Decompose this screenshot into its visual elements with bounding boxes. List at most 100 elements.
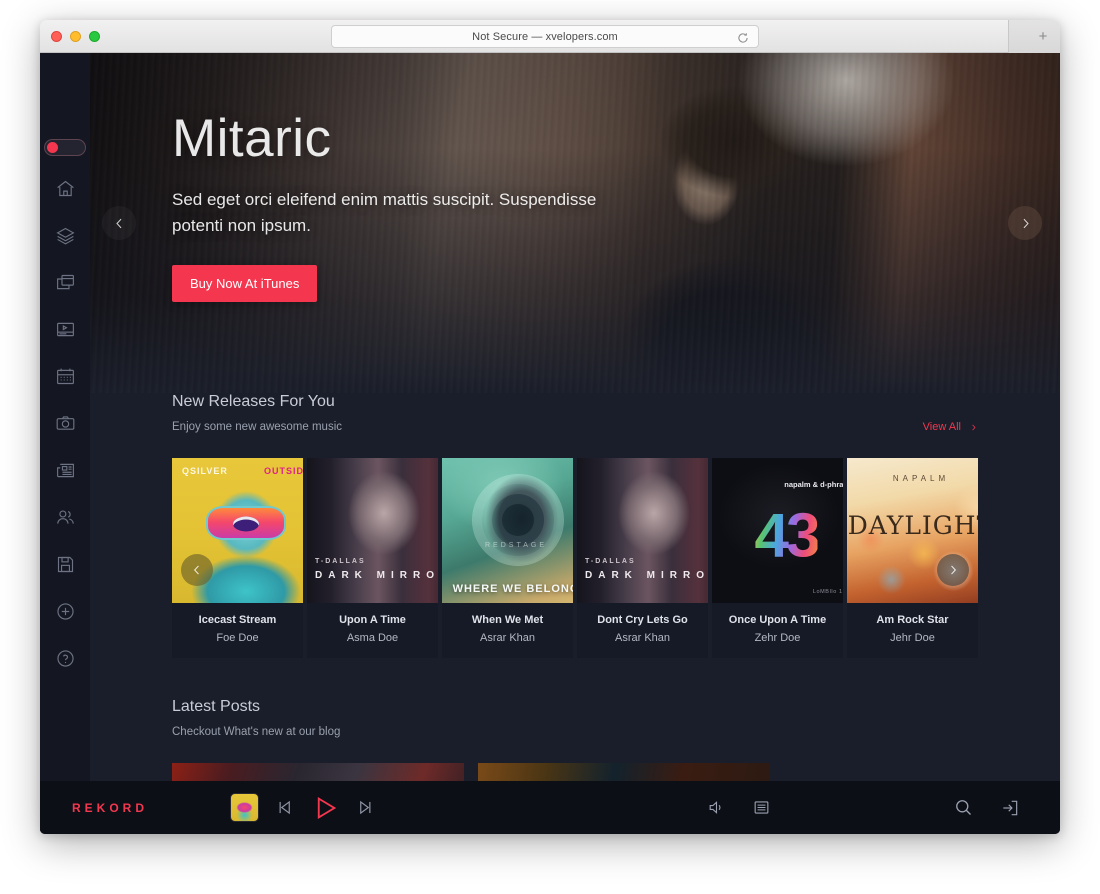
new-releases-section: New Releases For You Enjoy some new awes… [90,393,1060,658]
app-logo[interactable]: REKORD [40,801,180,815]
sidebar-item-calendar[interactable] [48,362,82,391]
album-card[interactable]: REDSTAGE WHERE WE BELONG When We Met Asr… [442,458,573,658]
hero-next-button[interactable] [1008,206,1042,240]
buy-now-button[interactable]: Buy Now At iTunes [172,265,318,303]
album-art: T-DALLAS DARK MIRROR [577,458,708,603]
album-artist: Asma Doe [346,632,399,644]
browser-window: Not Secure — xvelopers.com + Mitaric Sed… [40,20,1060,834]
player-bar: REKORD [40,781,1060,834]
sidebar-item-news[interactable] [48,456,82,485]
album-meta: Dont Cry Lets Go Asrar Khan [577,603,708,658]
album-art-bg [577,458,708,603]
hero-title: Mitaric [172,109,332,168]
now-playing-thumbnail[interactable] [230,793,259,822]
play-icon[interactable] [310,793,340,823]
sidebar-item-windows[interactable] [48,268,82,297]
album-art-word: WHERE WE BELONG [452,582,573,595]
album-meta: Icecast Stream Foe Doe [172,603,303,658]
album-meta: Upon A Time Asma Doe [307,603,438,658]
volume-icon[interactable] [707,798,726,817]
view-all-label: View All [922,421,961,433]
playlist-queue-icon[interactable] [752,798,771,817]
album-art: REDSTAGE WHERE WE BELONG [442,458,573,603]
album-art-word: DARK MIRROR [585,570,708,581]
album-meta: Once Upon A Time Zehr Doe [712,603,843,658]
sidebar-toggle-knob [47,142,58,153]
album-meta: Am Rock Star Jehr Doe [847,603,978,658]
album-meta: When We Met Asrar Khan [442,603,573,658]
view-all-releases-link[interactable]: View All [923,421,978,433]
player-right-controls [707,797,1060,818]
album-art-kicker: T-DALLAS [585,558,636,565]
latest-posts-title: Latest Posts [172,698,261,715]
skip-previous-icon[interactable] [275,798,294,817]
close-window-button[interactable] [51,31,62,42]
album-art-word: 43 [754,501,821,571]
new-tab-button[interactable]: + [1036,29,1050,44]
album-artist: Foe Doe [216,632,259,644]
sidebar-item-home[interactable] [48,174,82,203]
maximize-window-button[interactable] [89,31,100,42]
album-art-catalog: LoMBllo 120 [812,589,843,595]
album-art-where-we-belong: REDSTAGE WHERE WE BELONG [442,458,573,603]
sidebar-item-saved[interactable] [48,550,82,579]
releases-next-button[interactable] [937,554,969,586]
album-title: Dont Cry Lets Go [597,614,688,626]
album-artist: Zehr Doe [754,632,801,644]
page-viewport: Mitaric Sed eget orci eleifend enim matt… [40,53,1060,834]
login-icon[interactable] [1000,798,1020,818]
album-artist: Asrar Khan [479,632,536,644]
hero-content: Mitaric Sed eget orci eleifend enim matt… [172,109,642,303]
album-art-word: DAYLIGHT [847,511,978,540]
album-art-word: DARK MIRROR [315,570,438,581]
reload-icon[interactable] [737,31,749,43]
album-card[interactable]: T-DALLAS DARK MIRROR Upon A Time Asma Do… [307,458,438,658]
releases-prev-button[interactable] [181,554,213,586]
album-cards-row: QSILVER OUTSIDE Icecast Stream Foe Doe [90,458,1060,658]
album-art-kicker: QSILVER [182,466,228,476]
url-bar[interactable]: Not Secure — xvelopers.com [331,25,759,48]
album-title: Once Upon A Time [728,614,827,626]
album-card[interactable]: napalm & d-phrag 43 LoMBllo 120 Once Upo… [712,458,843,658]
hero-subtitle: Sed eget orci eleifend enim mattis susci… [172,189,597,235]
album-artist: Jehr Doe [890,632,935,644]
browser-chrome: Not Secure — xvelopers.com + [40,20,1060,53]
main-content: New Releases For You Enjoy some new awes… [90,393,1060,834]
latest-posts-header: Latest Posts Checkout What's new at our … [90,698,1060,738]
hero-prev-button[interactable] [102,206,136,240]
sidebar-toggle[interactable] [44,139,86,156]
new-releases-title: New Releases For You [172,393,335,410]
album-card[interactable]: T-DALLAS DARK MIRROR Dont Cry Lets Go As… [577,458,708,658]
hero-banner: Mitaric Sed eget orci eleifend enim matt… [90,53,1060,393]
sidebar-item-video[interactable] [48,315,82,344]
lips-graphic [233,516,259,532]
sidebar-item-help[interactable] [48,644,82,673]
astronaut-visor [206,506,286,540]
sidebar-item-camera[interactable] [48,409,82,438]
window-traffic-lights [51,31,100,42]
album-art-dark-mirror: T-DALLAS DARK MIRROR [577,458,708,603]
search-icon[interactable] [953,797,974,818]
chevron-right-icon [972,424,976,430]
tab-strip-right [1008,20,1060,53]
album-title: Am Rock Star [876,614,949,626]
sidebar-item-add[interactable] [48,597,82,626]
sidebar-item-layers[interactable] [48,221,82,250]
skip-next-icon[interactable] [356,798,375,817]
sidebar-item-artists[interactable] [48,503,82,532]
album-art-word: OUTSIDE [263,466,303,476]
album-art-kicker: REDSTAGE [485,542,547,549]
album-art-kicker: napalm & d-phrag [784,480,843,489]
album-art-bg [307,458,438,603]
album-art-kicker: T-DALLAS [315,558,366,565]
url-text: Not Secure — xvelopers.com [472,30,618,43]
minimize-window-button[interactable] [70,31,81,42]
latest-posts-subtitle: Checkout What's new at our blog [172,726,341,738]
new-releases-subtitle: Enjoy some new awesome music [172,421,343,433]
album-title: When We Met [471,614,544,626]
album-title: Upon A Time [339,614,406,626]
album-artist: Asrar Khan [614,632,671,644]
album-art-kicker: NAPALM [892,474,950,483]
album-art-dark-mirror: T-DALLAS DARK MIRROR [307,458,438,603]
album-art: T-DALLAS DARK MIRROR [307,458,438,603]
